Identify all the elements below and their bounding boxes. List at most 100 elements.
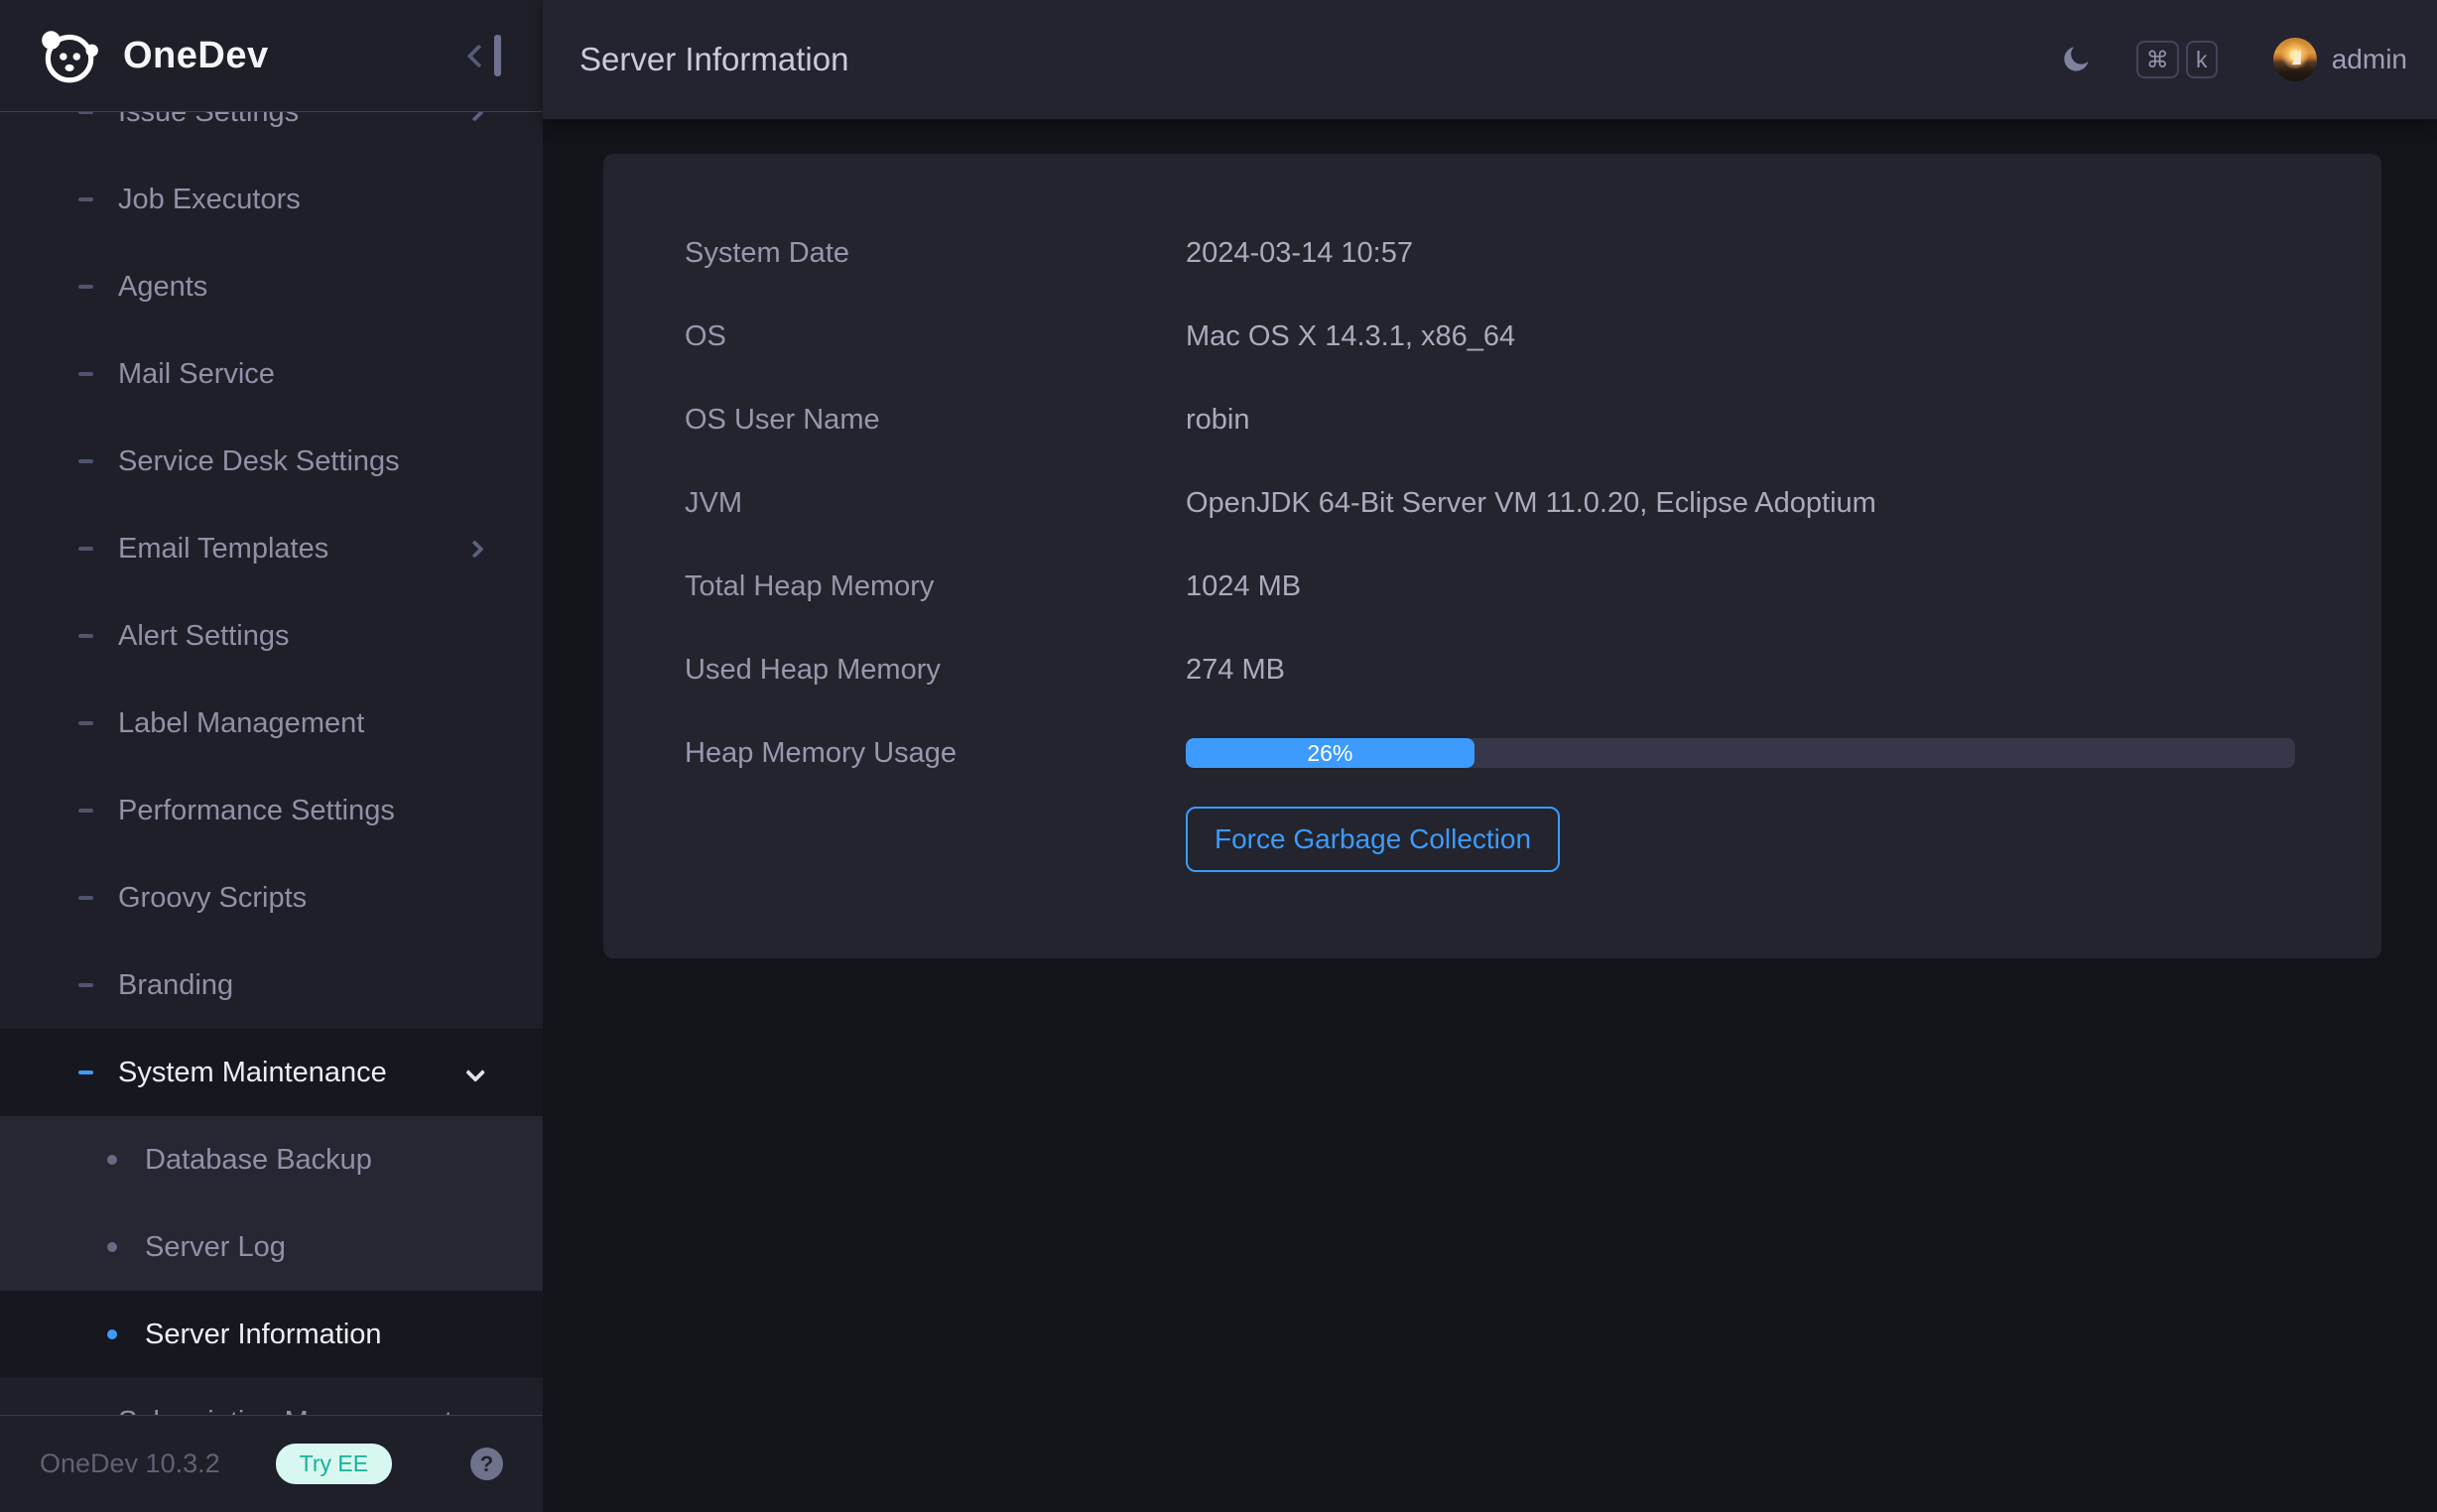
info-value: 2024-03-14 10:57 [1186,237,1413,270]
sidebar-item-label: Alert Settings [118,620,289,653]
bullet-dash-icon [78,372,93,376]
info-value: OpenJDK 64-Bit Server VM 11.0.20, Eclips… [1186,487,1876,520]
heap-usage-row: Heap Memory Usage 26% [685,711,2295,795]
sidebar-item-performance-settings[interactable]: Performance Settings [0,767,543,854]
bullet-dash-icon [78,459,93,463]
bullet-dash-icon [78,983,93,987]
command-key-icon: ⌘ [2136,41,2179,78]
chevron-right-icon [465,540,483,558]
user-avatar[interactable] [2273,38,2317,81]
sidebar-item-label: Groovy Scripts [118,882,307,915]
help-icon[interactable]: ? [470,1448,503,1480]
info-label: Used Heap Memory [685,654,1186,687]
bullet-dash-icon [78,634,93,638]
heap-usage-progressbar: 26% [1186,738,2295,768]
sidebar-item-label-management[interactable]: Label Management [0,680,543,767]
sidebar-item-label: Server Information [145,1319,382,1351]
card-actions: Force Garbage Collection [685,807,2295,872]
page-title: Server Information [579,41,848,78]
sidebar-item-label: Email Templates [118,533,328,566]
info-label: System Date [685,237,1186,270]
bullet-dash-icon [78,896,93,900]
info-row: Used Heap Memory274 MB [685,628,2295,711]
sidebar-item-label: Issue Settings [118,112,299,129]
sidebar-item-label: Performance Settings [118,795,395,827]
collapse-bar-icon [494,35,501,76]
info-row: OSMac OS X 14.3.1, x86_64 [685,295,2295,378]
server-info-card: System Date2024-03-14 10:57OSMac OS X 14… [603,154,2381,958]
force-garbage-collection-button[interactable]: Force Garbage Collection [1186,807,1560,872]
chevron-down-icon [465,1063,485,1082]
chevron-left-icon [466,44,490,67]
header-actions: ⌘ k admin [2059,38,2407,81]
k-key-icon: k [2186,41,2218,78]
sidebar-item-subscription-management[interactable]: Subscription Management [0,1378,543,1415]
sidebar-item-email-templates[interactable]: Email Templates [0,505,543,592]
sidebar-item-job-executors[interactable]: Job Executors [0,156,543,243]
info-label: OS [685,320,1186,353]
sidebar-item-issue-settings[interactable]: Issue Settings [0,112,543,156]
sidebar-item-label: Mail Service [118,358,275,391]
sidebar-item-groovy-scripts[interactable]: Groovy Scripts [0,854,543,942]
sidebar-item-label: Subscription Management [118,1406,452,1416]
sidebar-item-label: Database Backup [145,1144,372,1177]
sidebar-item-label: Service Desk Settings [118,445,400,478]
try-ee-badge[interactable]: Try EE [276,1444,392,1484]
info-row: JVMOpenJDK 64-Bit Server VM 11.0.20, Ecl… [685,461,2295,545]
top-header: Server Information ⌘ k admin [543,0,2437,119]
bullet-dash-icon [78,721,93,725]
sidebar-item-server-information[interactable]: Server Information [0,1291,543,1378]
info-row: System Date2024-03-14 10:57 [685,211,2295,295]
info-value: 274 MB [1186,654,1285,687]
info-label: OS User Name [685,404,1186,437]
info-label: Total Heap Memory [685,570,1186,603]
bullet-dash-icon [78,112,93,114]
bullet-dot-icon [107,1242,117,1252]
sidebar-menu: Issue Settings Job Executors Agents Mail Se… [0,112,543,1415]
sidebar-item-service-desk-settings[interactable]: Service Desk Settings [0,418,543,505]
sidebar-item-agents[interactable]: Agents [0,243,543,330]
bullet-dash-icon [78,285,93,289]
sidebar-item-label: Label Management [118,707,364,740]
sidebar-item-system-maintenance[interactable]: System Maintenance [0,1029,543,1116]
bullet-dot-icon [107,1329,117,1339]
sidebar-item-label: Job Executors [118,184,301,216]
info-value: Mac OS X 14.3.1, x86_64 [1186,320,1515,353]
info-value: robin [1186,404,1250,437]
app-logo[interactable]: OneDev [0,23,269,88]
progressbar-percent-label: 26% [1307,740,1352,767]
app-version: OneDev 10.3.2 [40,1449,220,1479]
onedev-panda-logo-icon [36,23,101,88]
bullet-dash-icon [78,809,93,813]
main-content: System Date2024-03-14 10:57OSMac OS X 14… [543,119,2437,1512]
sidebar-item-alert-settings[interactable]: Alert Settings [0,592,543,680]
progressbar-fill: 26% [1186,738,1475,768]
info-row: Total Heap Memory1024 MB [685,545,2295,628]
sidebar-item-label: Agents [118,271,207,304]
sidebar-item-mail-service[interactable]: Mail Service [0,330,543,418]
sidebar: OneDev Issue Settings Job Executors Agents… [0,0,543,1512]
sidebar-item-label: Server Log [145,1231,286,1264]
sidebar-footer: OneDev 10.3.2 Try EE ? [0,1415,543,1512]
bullet-dot-icon [107,1155,117,1165]
info-rows: System Date2024-03-14 10:57OSMac OS X 14… [685,211,2295,711]
user-name[interactable]: admin [2332,44,2407,75]
info-value: 1024 MB [1186,570,1301,603]
info-row: OS User Namerobin [685,378,2295,461]
sidebar-collapse-icon[interactable] [470,35,501,76]
sidebar-item-label: Branding [118,969,233,1002]
chevron-right-icon [465,112,483,121]
info-label: JVM [685,487,1186,520]
sidebar-nav-list: Issue Settings Job Executors Agents Mail Se… [0,112,543,1415]
sidebar-header: OneDev [0,0,543,112]
bullet-dash-icon [78,197,93,201]
bullet-dash-icon [78,547,93,551]
sidebar-item-server-log[interactable]: Server Log [0,1203,543,1291]
dark-mode-moon-icon[interactable] [2059,43,2093,76]
sidebar-item-database-backup[interactable]: Database Backup [0,1116,543,1203]
sidebar-item-branding[interactable]: Branding [0,942,543,1029]
app-title: OneDev [123,35,269,77]
sidebar-item-label: System Maintenance [118,1057,387,1089]
bullet-dash-icon [78,1071,93,1074]
search-shortcut[interactable]: ⌘ k [2136,41,2218,78]
